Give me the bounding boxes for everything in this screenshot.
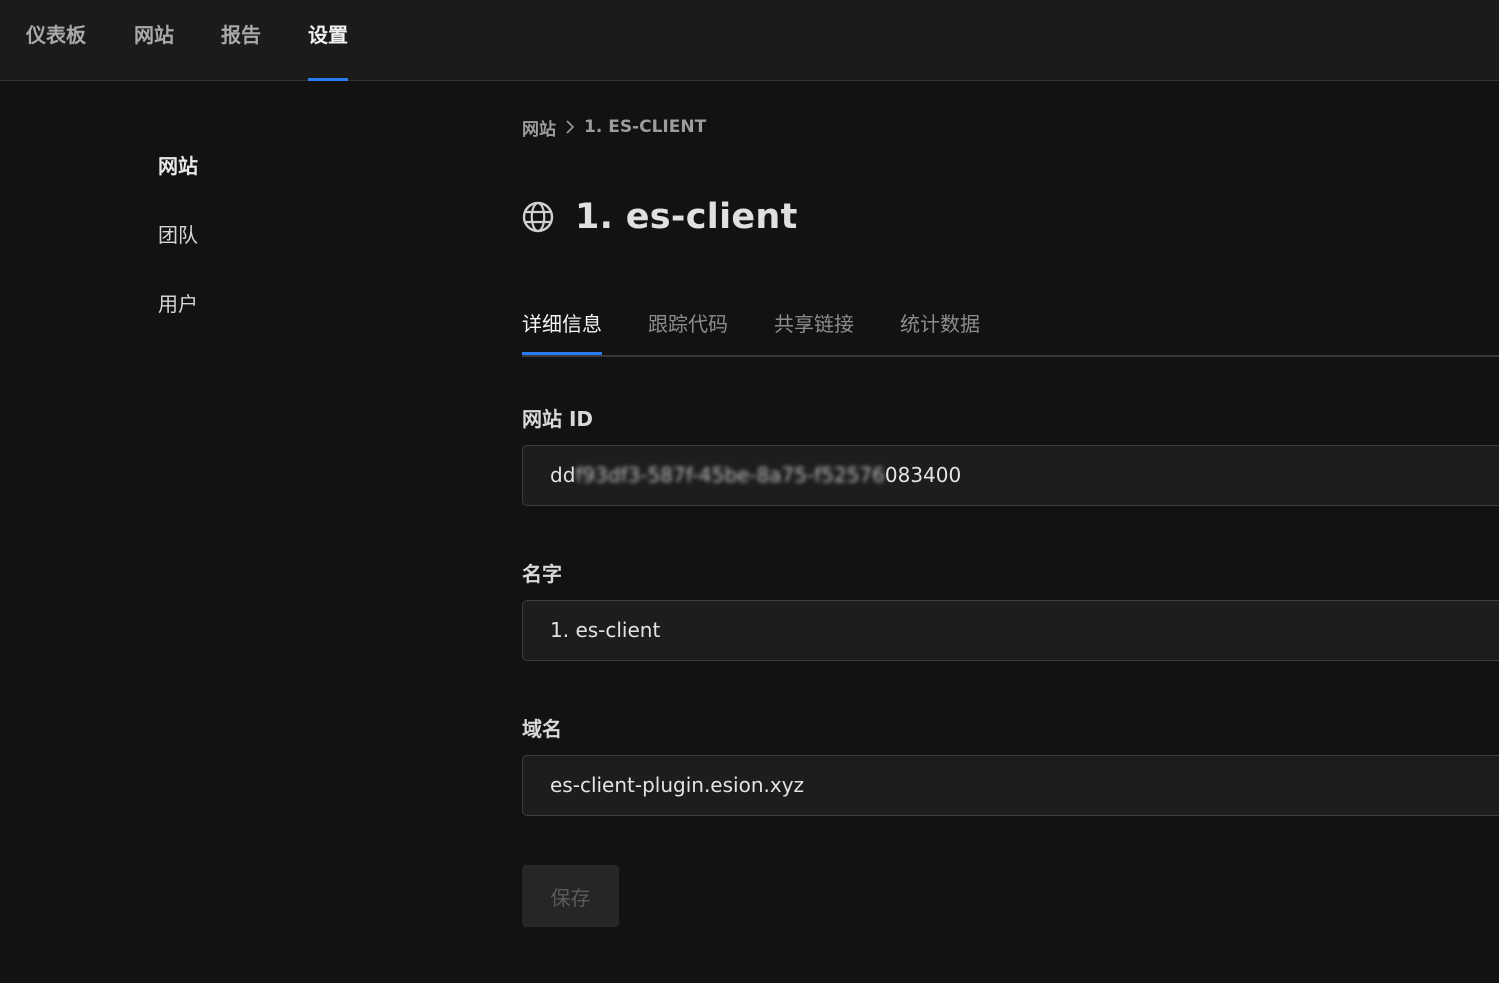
- breadcrumb-parent-link[interactable]: 网站: [522, 115, 556, 140]
- save-button[interactable]: 保存: [522, 865, 619, 927]
- website-id-prefix: dd: [550, 463, 576, 487]
- website-id-field[interactable]: ddf93df3-587f-45be-8a75-f52576083400: [522, 445, 1499, 506]
- nav-item-reports[interactable]: 报告: [221, 0, 261, 80]
- name-input[interactable]: 1. es-client: [522, 600, 1499, 661]
- domain-label: 域名: [522, 717, 562, 741]
- website-id-suffix: 083400: [884, 463, 962, 487]
- website-id-label: 网站 ID: [522, 407, 594, 431]
- tab-share-link[interactable]: 共享链接: [774, 308, 854, 354]
- sidebar-item-teams[interactable]: 团队: [158, 219, 198, 248]
- top-navigation: 仪表板 网站 报告 设置: [0, 0, 1499, 81]
- page-title: 1. es-client: [575, 197, 798, 237]
- domain-input[interactable]: es-client-plugin.esion.xyz: [522, 755, 1499, 816]
- tab-tracking-code[interactable]: 跟踪代码: [648, 308, 728, 354]
- chevron-right-icon: [565, 120, 575, 134]
- nav-item-settings[interactable]: 设置: [308, 0, 348, 81]
- breadcrumb: 网站 1. ES-CLIENT: [522, 114, 706, 140]
- globe-icon: [522, 201, 554, 233]
- nav-item-dashboard[interactable]: 仪表板: [26, 0, 86, 80]
- tab-details[interactable]: 详细信息: [522, 308, 602, 355]
- sidebar-item-websites[interactable]: 网站: [158, 150, 198, 179]
- website-id-redacted: f93df3-587f-45be-8a75-f52576: [575, 463, 885, 487]
- sidebar-item-users[interactable]: 用户: [158, 288, 198, 317]
- tab-statistics[interactable]: 统计数据: [900, 308, 980, 354]
- nav-item-websites[interactable]: 网站: [134, 0, 174, 80]
- detail-tabs: 详细信息 跟踪代码 共享链接 统计数据: [522, 300, 1499, 357]
- name-label: 名字: [522, 562, 562, 586]
- breadcrumb-current: 1. ES-CLIENT: [584, 117, 707, 137]
- page-header: 1. es-client: [522, 192, 798, 242]
